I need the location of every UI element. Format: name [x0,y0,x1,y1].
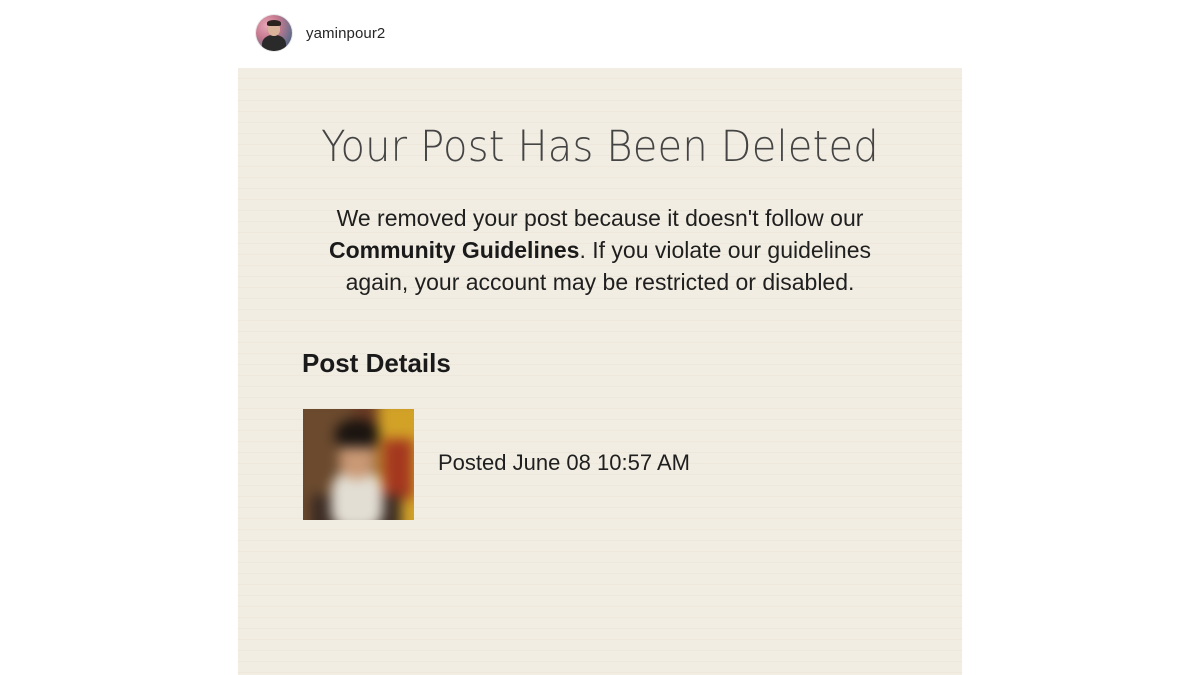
post-header: yaminpour2 [256,14,385,52]
notice-title: Your Post Has Been Deleted [321,122,879,172]
community-guidelines-link[interactable]: Community Guidelines [329,237,579,263]
notice-message: We removed your post because it doesn't … [298,202,902,298]
avatar-hair-shape [267,20,281,26]
user-avatar[interactable] [256,15,292,51]
deleted-post-notice: Your Post Has Been Deleted We removed yo… [238,68,962,675]
message-text-before: We removed your post because it doesn't … [336,205,864,231]
thumb-bg-red [383,439,413,499]
thumbnail-blurred-image [303,409,414,520]
posted-timestamp: Posted June 08 10:57 AM [438,450,690,475]
thumb-turban [335,419,379,447]
page: yaminpour2 Your Post Has Been Deleted We… [0,0,1200,675]
post-thumbnail [303,409,414,520]
avatar-body-shape [262,35,286,51]
username-link[interactable]: yaminpour2 [306,25,385,42]
post-details-heading: Post Details [302,348,451,378]
